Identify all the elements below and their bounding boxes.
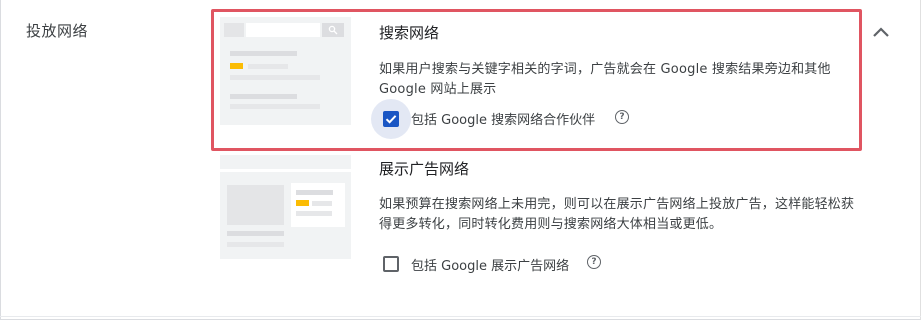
display-network-illustration bbox=[220, 155, 351, 259]
divider bbox=[0, 316, 921, 317]
search-network-illustration bbox=[220, 17, 351, 125]
search-network-description: 如果用户搜索与关键字相关的字词，广告就会在 Google 搜索结果旁边和其他 G… bbox=[379, 62, 831, 97]
search-network-title: 搜索网络 bbox=[379, 24, 440, 42]
display-network-label[interactable]: 包括 Google 展示广告网络 bbox=[411, 255, 569, 274]
display-network-title: 展示广告网络 bbox=[379, 160, 470, 178]
collapse-button[interactable] bbox=[867, 18, 895, 46]
section-label: 投放网络 bbox=[26, 22, 89, 40]
chevron-up-icon bbox=[873, 27, 889, 37]
search-icon bbox=[328, 25, 338, 35]
display-network-checkbox[interactable] bbox=[383, 256, 399, 272]
display-network-description: 如果预算在搜索网络上未用完，则可以在展示广告网络上投放广告，这样能轻松获得更多转… bbox=[379, 197, 855, 232]
search-partners-checkbox[interactable] bbox=[383, 111, 399, 127]
search-partners-label[interactable]: 包括 Google 搜索网络合作伙伴 bbox=[411, 109, 595, 128]
check-icon bbox=[385, 115, 397, 124]
help-circle-icon[interactable]: ? bbox=[615, 110, 629, 124]
help-circle-icon[interactable]: ? bbox=[587, 255, 601, 269]
